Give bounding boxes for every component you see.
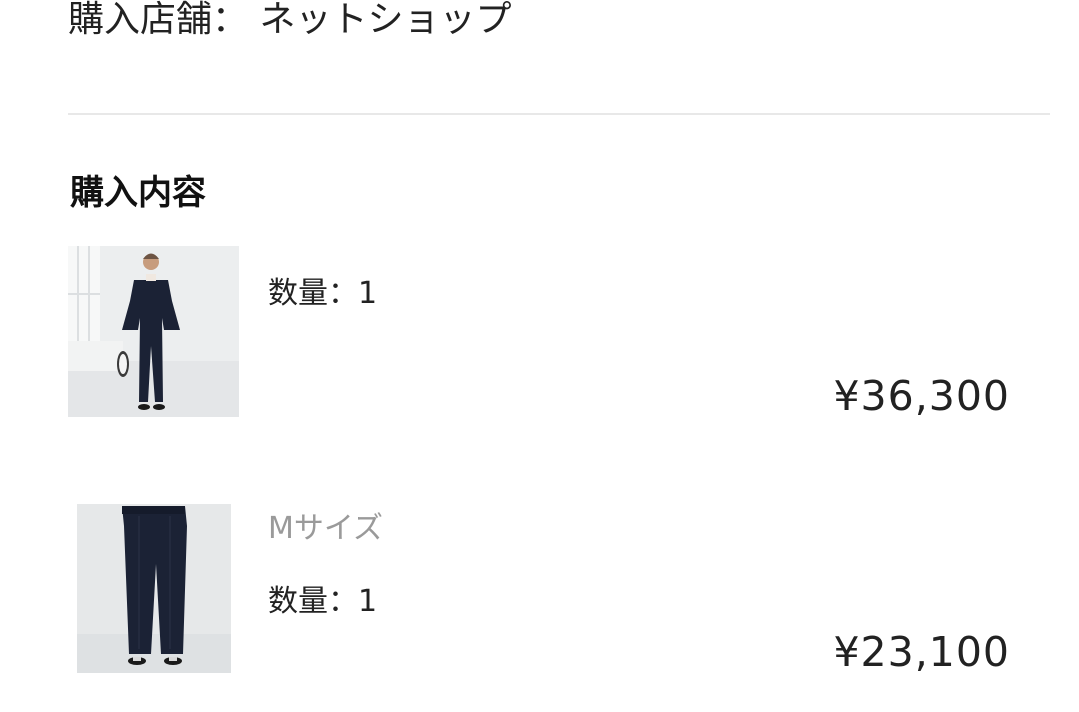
item-quantity: 数量：1 — [268, 274, 377, 314]
quantity-label: 数量： — [268, 584, 358, 619]
item-variant: Mサイズ — [268, 511, 383, 546]
item-price: ¥23,100 — [833, 628, 1010, 676]
store-info: 購入店舗： ネットショップ — [68, 0, 511, 46]
quantity-value: 1 — [358, 584, 378, 619]
jacket-pants-setup-photo[interactable] — [68, 246, 239, 417]
purchase-contents-title: 購入内容 — [70, 173, 206, 213]
item-quantity: 数量：1 — [268, 582, 377, 622]
store-name: ネットショップ — [259, 0, 512, 40]
tapered-pants-photo[interactable] — [77, 504, 231, 673]
divider — [68, 113, 1050, 115]
purchase-item[interactable]: Mサイズ 数量：1 ¥23,100 — [0, 500, 1079, 690]
purchase-item[interactable]: 数量：1 ¥36,300 — [0, 246, 1079, 426]
item-price: ¥36,300 — [833, 372, 1010, 420]
quantity-value: 1 — [358, 276, 378, 311]
quantity-label: 数量： — [268, 276, 358, 311]
store-label: 購入店舗： — [68, 0, 249, 40]
